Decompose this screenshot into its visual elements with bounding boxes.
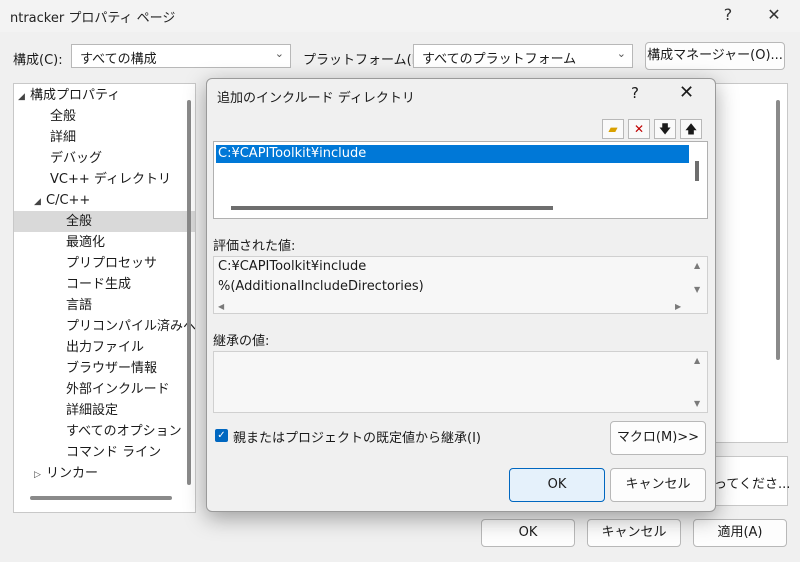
inherited-value-box bbox=[213, 351, 708, 413]
close-button[interactable]: ✕ bbox=[752, 0, 796, 32]
macro-button[interactable]: マクロ(M)>> bbox=[610, 421, 706, 455]
tree-item[interactable]: プリプロセッサ bbox=[14, 253, 195, 274]
tree-item[interactable]: コード生成 bbox=[14, 274, 195, 295]
tree-item[interactable]: 外部インクルード bbox=[14, 379, 195, 400]
tree-item[interactable]: コマンド ライン bbox=[14, 442, 195, 463]
dialog-title: 追加のインクルード ディレクトリ bbox=[217, 91, 415, 106]
tree-item[interactable]: 出力ファイル bbox=[14, 337, 195, 358]
platform-combo[interactable]: すべてのプラットフォーム ⌄ bbox=[413, 44, 633, 68]
scroll-down-arrow-icon[interactable]: ▼ bbox=[694, 399, 700, 408]
tree-item-cpp[interactable]: ◢ C/C++ bbox=[14, 190, 195, 213]
tree-item-linker[interactable]: ▷ リンカー bbox=[14, 463, 195, 486]
evaluated-line: C:¥CAPIToolkit¥include bbox=[218, 259, 367, 274]
description-text: ってくださ... bbox=[714, 477, 791, 492]
expand-arrow-icon[interactable]: ◢ bbox=[34, 192, 46, 213]
chevron-down-icon: ⌄ bbox=[274, 47, 284, 60]
inherit-checkbox[interactable]: ✓ bbox=[215, 429, 228, 442]
config-combo[interactable]: すべての構成 ⌄ bbox=[71, 44, 291, 68]
dialog-ok-button[interactable]: OK bbox=[509, 468, 605, 502]
tree-item[interactable]: 詳細 bbox=[14, 127, 195, 148]
platform-value: すべてのプラットフォーム bbox=[422, 52, 577, 67]
tree-item[interactable]: ブラウザー情報 bbox=[14, 358, 195, 379]
move-down-icon[interactable]: 🡇 bbox=[654, 119, 676, 139]
collapse-arrow-icon[interactable]: ▷ bbox=[34, 465, 46, 486]
list-item-selected[interactable]: C:¥CAPIToolkit¥include bbox=[216, 145, 689, 163]
scroll-left-arrow-icon[interactable]: ◀ bbox=[218, 302, 224, 311]
tree-item[interactable]: 最適化 bbox=[14, 232, 195, 253]
ok-button[interactable]: OK bbox=[481, 519, 575, 547]
chevron-down-icon: ⌄ bbox=[616, 47, 626, 60]
move-up-icon[interactable]: 🡅 bbox=[680, 119, 702, 139]
platform-label: プラットフォーム(P): bbox=[303, 53, 429, 68]
tree-item[interactable]: すべてのオプション bbox=[14, 421, 195, 442]
tree-item[interactable]: VC++ ディレクトリ bbox=[14, 169, 195, 190]
dialog-help-button[interactable]: ? bbox=[631, 84, 639, 102]
config-value: すべての構成 bbox=[80, 52, 157, 67]
scroll-down-arrow-icon[interactable]: ▼ bbox=[694, 285, 700, 294]
delete-icon[interactable]: ✕ bbox=[628, 119, 650, 139]
scroll-up-arrow-icon[interactable]: ▲ bbox=[694, 261, 700, 270]
new-folder-icon[interactable]: ▰ bbox=[602, 119, 624, 139]
evaluated-line: %(AdditionalIncludeDirectories) bbox=[218, 279, 424, 294]
scroll-up-arrow-icon[interactable]: ▲ bbox=[694, 356, 700, 365]
dialog-close-button[interactable]: ✕ bbox=[679, 82, 694, 103]
tree-item-root[interactable]: ◢ 構成プロパティ bbox=[14, 85, 188, 106]
config-label: 構成(C): bbox=[13, 53, 63, 68]
apply-button[interactable]: 適用(A) bbox=[693, 519, 787, 547]
tree-item[interactable]: 言語 bbox=[14, 295, 195, 316]
window-title: ntracker プロパティ ページ bbox=[10, 11, 176, 26]
property-tree[interactable]: ◢ 構成プロパティ 全般 詳細 デバッグ VC++ ディレクトリ ◢ C/C++ 全… bbox=[13, 83, 196, 513]
grid-vertical-scrollbar[interactable] bbox=[776, 100, 780, 360]
scroll-right-arrow-icon[interactable]: ▶ bbox=[675, 302, 681, 311]
tree-item[interactable]: プリコンパイル済みヘッ bbox=[14, 316, 195, 337]
help-button[interactable]: ? bbox=[706, 0, 750, 32]
include-directories-dialog: 追加のインクルード ディレクトリ ? ✕ ▰ ✕ 🡇 🡅 C:¥CAPITool… bbox=[206, 78, 716, 512]
list-horizontal-scrollbar[interactable] bbox=[231, 206, 553, 210]
tree-item[interactable]: デバッグ bbox=[14, 148, 195, 169]
expand-arrow-icon[interactable]: ◢ bbox=[18, 87, 30, 108]
tree-vertical-scrollbar[interactable] bbox=[187, 100, 191, 485]
evaluated-label: 評価された値: bbox=[213, 239, 296, 254]
tree-horizontal-scrollbar[interactable] bbox=[30, 496, 172, 500]
tree-item[interactable]: 詳細設定 bbox=[14, 400, 195, 421]
inherit-checkbox-label[interactable]: 親またはプロジェクトの既定値から継承(I) bbox=[233, 427, 481, 446]
tree-item[interactable]: 全般 bbox=[14, 106, 195, 127]
config-manager-button[interactable]: 構成マネージャー(O)... bbox=[645, 42, 785, 70]
inherited-label: 継承の値: bbox=[213, 334, 270, 349]
tree-item-selected[interactable]: 全般 bbox=[14, 211, 195, 232]
dialog-cancel-button[interactable]: キャンセル bbox=[610, 468, 706, 502]
list-vertical-scrollbar[interactable] bbox=[695, 161, 699, 181]
cancel-button[interactable]: キャンセル bbox=[587, 519, 681, 547]
